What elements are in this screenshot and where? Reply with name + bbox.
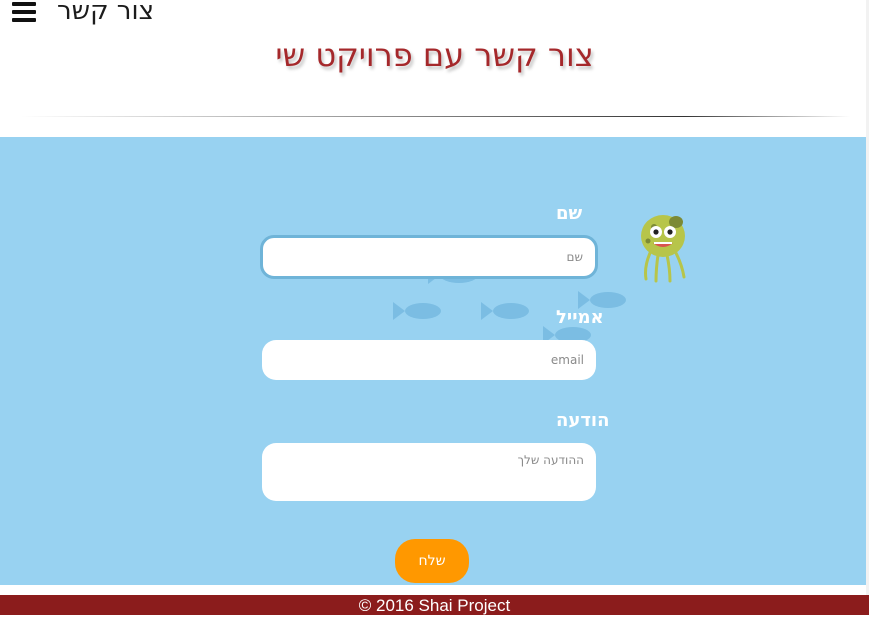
email-label: אמייל — [556, 307, 604, 328]
fish-icon — [481, 302, 529, 320]
octopus-mascot-icon — [641, 215, 686, 283]
name-input[interactable] — [260, 235, 598, 279]
divider — [20, 116, 850, 117]
contact-form-section: שם אמייל הודעה שלח — [0, 137, 866, 585]
copyright-text: © 2016 Shai Project — [358, 596, 511, 615]
name-label: שם — [556, 203, 583, 224]
message-textarea[interactable] — [262, 443, 596, 501]
hamburger-menu-icon[interactable] — [12, 2, 38, 22]
page-label: צור קשר — [57, 0, 154, 26]
send-button[interactable]: שלח — [395, 539, 469, 583]
top-bar: צור קשר — [0, 0, 869, 30]
email-input[interactable] — [262, 340, 596, 380]
fish-icon — [393, 302, 441, 320]
footer: © 2016 Shai Project — [0, 595, 869, 615]
message-label: הודעה — [556, 410, 610, 431]
page-title: צור קשר עם פרויקט שי — [275, 36, 594, 74]
